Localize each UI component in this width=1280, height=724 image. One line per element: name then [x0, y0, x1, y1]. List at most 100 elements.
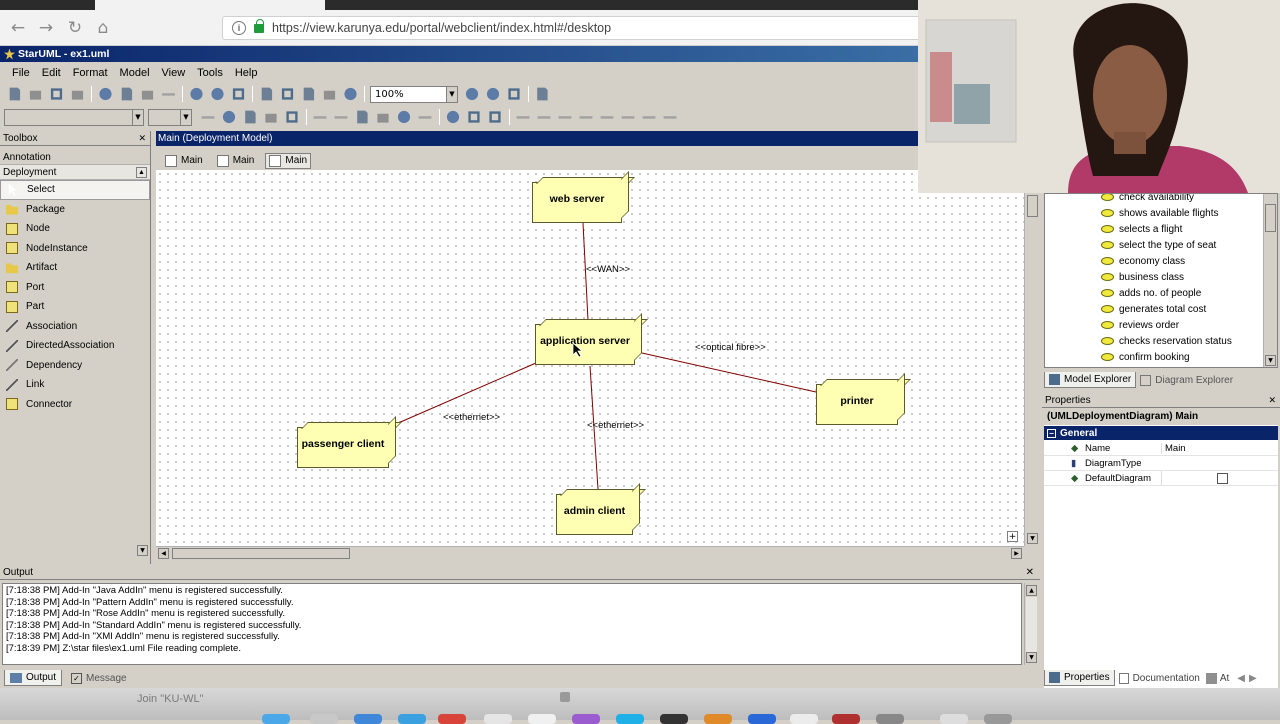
dock-app-icon[interactable] — [748, 714, 776, 724]
close-icon[interactable]: ✕ — [138, 133, 146, 144]
menu-file[interactable]: File — [6, 67, 36, 79]
toolbox-item-port[interactable]: Port — [0, 278, 150, 298]
space-horizontal-icon[interactable] — [642, 116, 656, 119]
open-folder-icon[interactable] — [29, 90, 42, 100]
menu-format[interactable]: Format — [67, 67, 114, 79]
chevron-up-icon[interactable]: ▲ — [136, 166, 147, 178]
copy-icon[interactable] — [121, 87, 133, 101]
tab-documentation[interactable]: Documentation — [1115, 671, 1204, 686]
align-bottom-icon[interactable] — [621, 116, 635, 119]
scroll-up-icon[interactable]: ▲ — [1026, 585, 1037, 596]
align-center-icon[interactable] — [537, 116, 551, 119]
properties-section-general[interactable]: − General — [1044, 426, 1278, 440]
toolbox-item-nodeinstance[interactable]: NodeInstance — [0, 239, 150, 259]
tree-item[interactable]: adds no. of people — [1101, 285, 1201, 301]
export-icon[interactable] — [303, 87, 315, 101]
tab-diagram-explorer[interactable]: Diagram Explorer — [1136, 373, 1237, 388]
diagram-canvas[interactable]: web server application server printer pa… — [156, 170, 1024, 546]
node-admin-client[interactable]: admin client — [556, 494, 633, 535]
edge-label-ethernet-admin[interactable]: <<ethernet>> — [587, 420, 644, 431]
tab-main-3[interactable]: Main — [265, 152, 312, 169]
wifi-join-text[interactable]: Join "KU-WL" — [137, 693, 204, 705]
node-web-server[interactable]: web server — [532, 182, 622, 223]
safari-dock-icon[interactable] — [354, 714, 382, 724]
show-compartment-icon[interactable] — [357, 110, 368, 124]
scroll-down-icon[interactable]: ▼ — [1026, 652, 1037, 663]
toolbox-item-select[interactable]: Select — [0, 180, 150, 200]
dock-app-icon[interactable] — [398, 714, 426, 724]
tree-item[interactable]: confirm booking — [1101, 349, 1190, 365]
suppress-attributes-icon[interactable] — [313, 116, 327, 119]
tab-message[interactable]: ✓ Message — [66, 671, 132, 686]
align-middle-icon[interactable] — [600, 116, 614, 119]
dock-app-icon[interactable] — [528, 714, 556, 724]
tree-item[interactable]: select the type of seat — [1101, 237, 1216, 253]
group-icon[interactable] — [468, 111, 480, 123]
find-icon[interactable] — [232, 88, 245, 100]
paste-icon[interactable] — [141, 90, 154, 100]
diagram-icon[interactable] — [261, 87, 273, 101]
toolbox-scroll-down[interactable]: ▼ — [137, 545, 148, 556]
stereotype-icon[interactable] — [286, 111, 298, 123]
menu-model[interactable]: Model — [114, 67, 156, 79]
chevron-down-icon[interactable]: ▼ — [132, 109, 143, 125]
font-select[interactable]: ▼ — [4, 108, 144, 126]
menu-help[interactable]: Help — [229, 67, 264, 79]
collapse-icon[interactable]: − — [1047, 428, 1056, 438]
new-file-icon[interactable] — [9, 87, 21, 101]
dock-app-icon[interactable] — [572, 714, 600, 724]
ungroup-icon[interactable] — [489, 111, 501, 123]
optical-fibre-link[interactable] — [641, 352, 817, 393]
tree-item[interactable]: checks reservation status — [1101, 333, 1232, 349]
toolbox-item-package[interactable]: Package — [0, 200, 150, 220]
cut-icon[interactable] — [99, 87, 112, 101]
edge-label-optical-fibre[interactable]: <<optical fibre>> — [695, 342, 766, 353]
print-icon[interactable] — [71, 90, 84, 100]
tab-main-1[interactable]: Main — [162, 154, 206, 168]
tree-item[interactable]: selects a flight — [1101, 221, 1182, 237]
tree-scrollbar[interactable]: ▼ — [1263, 194, 1277, 367]
suppress-operations-icon[interactable] — [334, 116, 348, 119]
tree-item[interactable]: business class — [1101, 269, 1184, 285]
scrollbar-track[interactable] — [1026, 597, 1037, 653]
font-size-select[interactable]: ▼ — [148, 108, 192, 126]
tree-item[interactable]: economy class — [1101, 253, 1185, 269]
toolbox-item-association[interactable]: Association — [0, 317, 150, 337]
chevron-down-icon[interactable]: ▼ — [180, 109, 191, 125]
send-back-icon[interactable] — [397, 110, 411, 124]
close-icon[interactable]: ✕ — [1268, 395, 1276, 406]
node-application-server[interactable]: application server — [535, 324, 635, 365]
align-left-icon[interactable] — [516, 116, 530, 119]
back-icon[interactable]: ← — [6, 10, 30, 46]
dock-app-icon[interactable] — [704, 714, 732, 724]
dock-app-icon[interactable] — [790, 714, 818, 724]
canvas-vertical-scrollbar[interactable]: ▼ — [1024, 193, 1040, 546]
toolbox-item-node[interactable]: Node — [0, 219, 150, 239]
layout-icon[interactable] — [281, 88, 294, 100]
bring-front-icon[interactable] — [377, 113, 389, 123]
undo-icon[interactable] — [190, 87, 203, 101]
align-top-icon[interactable] — [579, 116, 593, 119]
scrollbar-thumb[interactable] — [172, 548, 350, 559]
verify-icon[interactable] — [344, 87, 357, 101]
scroll-left-icon[interactable]: ◀ — [158, 548, 169, 559]
info-icon[interactable]: i — [232, 21, 246, 35]
dock-app-icon[interactable] — [876, 714, 904, 724]
refresh-icon[interactable] — [537, 87, 548, 101]
forward-icon[interactable]: → — [34, 10, 58, 46]
reload-icon[interactable]: ↻ — [63, 10, 87, 46]
delete-icon[interactable] — [162, 93, 175, 96]
tree-item[interactable]: check availability — [1101, 194, 1194, 205]
tab-attachments[interactable]: At — [1204, 671, 1231, 686]
menu-view[interactable]: View — [156, 67, 192, 79]
check-model-icon[interactable] — [323, 90, 336, 100]
dock-app-icon[interactable] — [940, 714, 968, 724]
browser-active-tab[interactable] — [95, 0, 325, 10]
home-icon[interactable]: ⌂ — [91, 10, 115, 46]
redo-icon[interactable] — [211, 87, 224, 101]
dock-app-icon[interactable] — [484, 714, 512, 724]
node-printer[interactable]: printer — [816, 384, 898, 425]
line-style-icon[interactable] — [265, 113, 277, 123]
scroll-left-icon[interactable]: ◀ — [1237, 673, 1245, 684]
property-row-defaultdiagram[interactable]: ◆ DefaultDiagram — [1044, 471, 1278, 486]
